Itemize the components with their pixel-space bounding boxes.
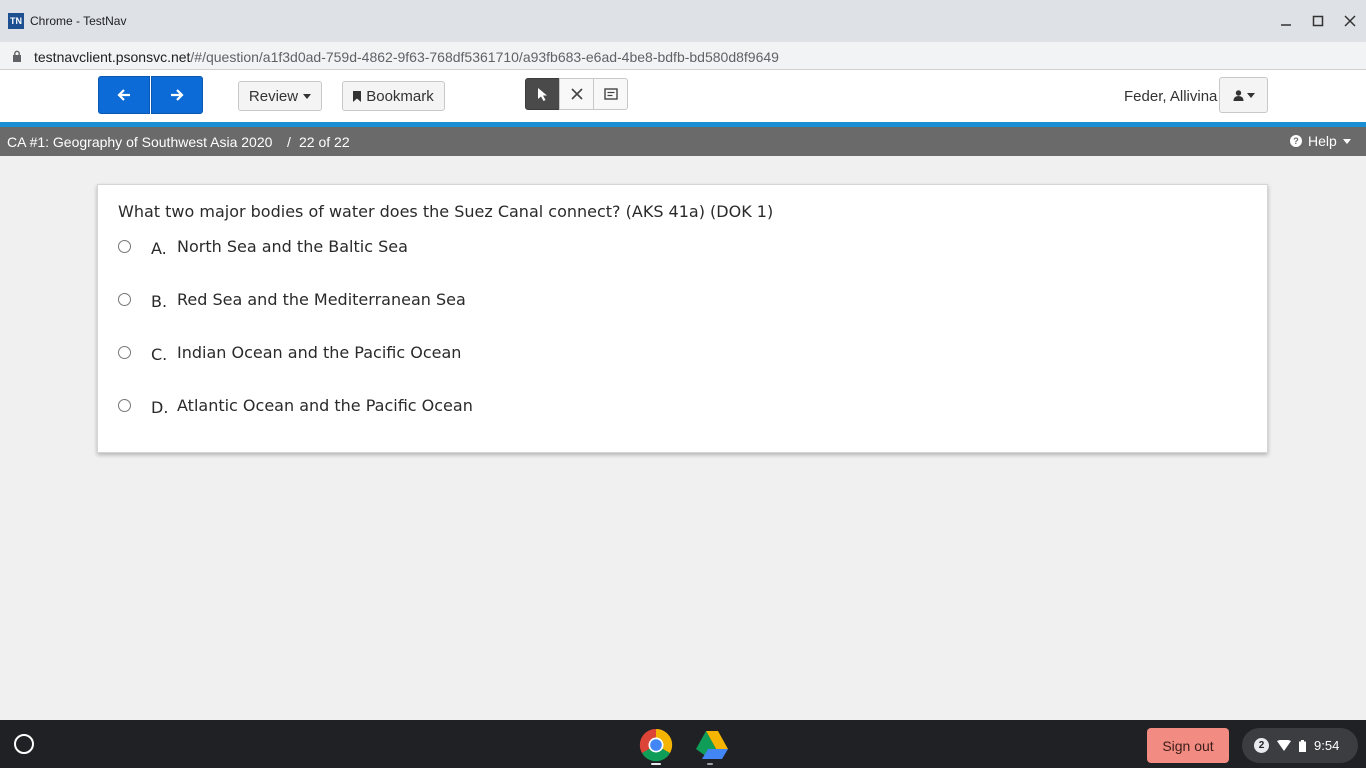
window-title: Chrome - TestNav — [30, 14, 127, 28]
wifi-icon — [1277, 740, 1291, 751]
answer-eliminator-icon — [570, 88, 583, 100]
caret-down-icon — [1246, 92, 1255, 98]
arrow-right-icon — [171, 89, 184, 101]
user-menu-button[interactable] — [1219, 77, 1268, 113]
clock: 9:54 — [1314, 738, 1340, 753]
option-letter: B. — [151, 292, 168, 311]
answer-option-c[interactable]: C. Indian Ocean and the Pacific Ocean — [118, 337, 461, 367]
battery-icon — [1299, 739, 1306, 752]
previous-question-button[interactable] — [98, 76, 150, 114]
title-separator: / — [287, 134, 291, 150]
user-name: Feder, Allivina — [1124, 88, 1218, 105]
caret-down-icon — [303, 93, 312, 99]
testnav-logo: TN — [8, 13, 24, 29]
maximize-button[interactable] — [1307, 10, 1329, 32]
minimize-icon — [1281, 24, 1291, 26]
close-icon — [1344, 15, 1356, 27]
next-question-button[interactable] — [151, 76, 203, 114]
pointer-tool-button[interactable] — [525, 78, 560, 110]
os-shelf: Sign out 2 9:54 — [0, 720, 1366, 768]
maximize-icon — [1312, 15, 1324, 27]
url-path: /#/question/a1f3d0ad-759d-4862-9f63-768d… — [190, 49, 779, 65]
lock-icon — [13, 50, 21, 62]
address-bar[interactable]: testnavclient.psonsvc.net/#/question/a1f… — [0, 42, 1366, 70]
bookmark-button[interactable]: Bookmark — [342, 81, 445, 111]
option-letter: A. — [151, 239, 167, 258]
launcher-icon[interactable] — [14, 734, 34, 754]
testnav-toolbar: Review Bookmark Feder, Allivina — [0, 70, 1366, 122]
bookmark-icon — [353, 90, 362, 102]
notepad-icon — [603, 87, 618, 100]
close-window-button[interactable] — [1339, 10, 1361, 32]
window-title-bar: TN Chrome - TestNav — [0, 0, 1366, 42]
user-icon — [1233, 89, 1243, 101]
answer-option-a[interactable]: A. North Sea and the Baltic Sea — [118, 231, 408, 261]
url-host: testnavclient.psonsvc.net — [34, 49, 191, 65]
option-text: Indian Ocean and the Pacific Ocean — [177, 343, 462, 362]
status-tray[interactable]: 2 9:54 — [1242, 728, 1358, 763]
answer-eliminator-button[interactable] — [559, 78, 594, 110]
option-text: North Sea and the Baltic Sea — [177, 237, 408, 256]
radio-button[interactable] — [118, 398, 131, 412]
google-drive-icon[interactable] — [695, 728, 729, 762]
review-button[interactable]: Review — [238, 81, 322, 111]
test-title: CA #1: Geography of Southwest Asia 2020 — [7, 134, 273, 150]
chrome-icon[interactable] — [639, 728, 673, 762]
active-app-indicator — [651, 763, 661, 765]
option-letter: C. — [151, 345, 168, 364]
test-info-bar: CA #1: Geography of Southwest Asia 2020 … — [0, 127, 1366, 156]
radio-button[interactable] — [118, 292, 131, 306]
sign-out-button[interactable]: Sign out — [1147, 728, 1229, 763]
review-label: Review — [248, 87, 299, 105]
question-card: What two major bodies of water does the … — [97, 184, 1268, 453]
url-text[interactable]: testnavclient.psonsvc.net/#/question/a1f… — [34, 49, 779, 65]
option-text: Atlantic Ocean and the Pacific Ocean — [177, 396, 473, 415]
minimize-button[interactable] — [1275, 10, 1297, 32]
option-letter: D. — [151, 398, 169, 417]
question-prompt: What two major bodies of water does the … — [118, 202, 774, 221]
radio-button[interactable] — [118, 239, 131, 253]
question-circle-icon: ? — [1290, 135, 1302, 147]
caret-down-icon — [1342, 138, 1351, 144]
pointer-icon — [537, 87, 547, 101]
answer-option-d[interactable]: D. Atlantic Ocean and the Pacific Ocean — [118, 390, 473, 420]
answer-tools-group — [525, 78, 628, 110]
option-text: Red Sea and the Mediterranean Sea — [177, 290, 466, 309]
app-indicator — [707, 763, 713, 765]
radio-button[interactable] — [118, 345, 131, 359]
help-label: Help — [1308, 133, 1337, 149]
arrow-left-icon — [117, 89, 130, 101]
answer-option-b[interactable]: B. Red Sea and the Mediterranean Sea — [118, 284, 466, 314]
notification-count: 2 — [1254, 738, 1269, 753]
bookmark-label: Bookmark — [366, 87, 434, 105]
help-menu-button[interactable]: ? Help — [1290, 133, 1351, 149]
question-progress: 22 of 22 — [299, 134, 350, 150]
notepad-button[interactable] — [593, 78, 628, 110]
